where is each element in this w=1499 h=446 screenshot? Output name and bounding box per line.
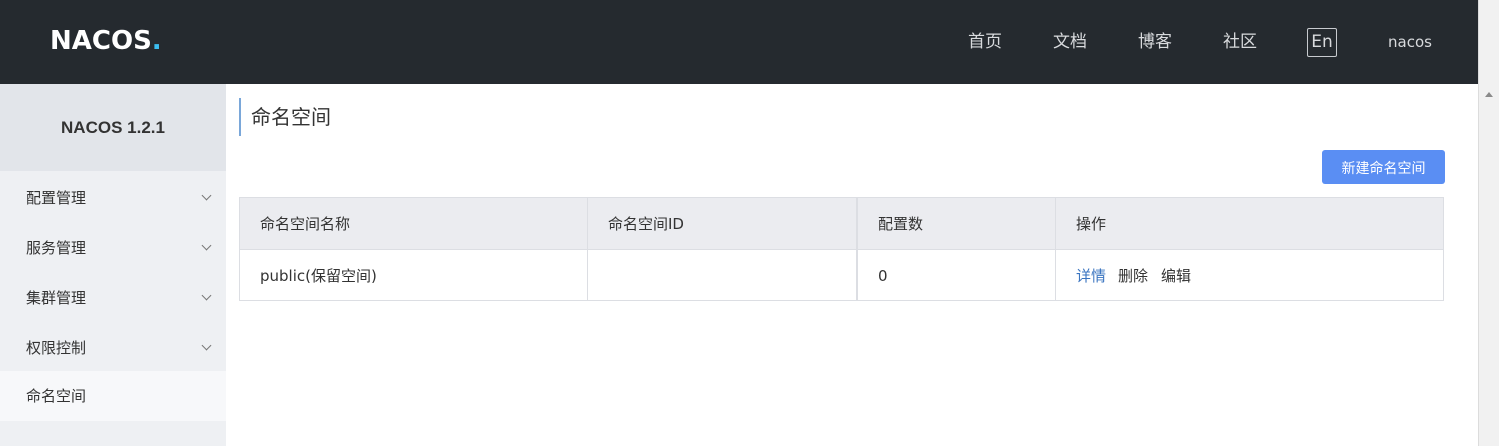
chevron-down-icon [201,290,212,301]
sidebar-item-label: 配置管理 [26,189,87,207]
nav-home-link[interactable]: 首页 [968,30,1002,54]
sidebar-item-label: 服务管理 [26,239,87,257]
delete-link[interactable]: 删除 [1118,265,1148,287]
column-header-config-count: 配置数 [878,215,924,233]
chevron-down-icon [201,340,212,351]
sidebar-item-label: 权限控制 [26,339,87,357]
edit-link[interactable]: 编辑 [1161,265,1191,287]
nav-community-link[interactable]: 社区 [1223,30,1257,54]
create-namespace-button[interactable]: 新建命名空间 [1322,150,1445,184]
sidebar-item-cluster-management[interactable]: 集群管理 [0,273,226,323]
column-header-actions: 操作 [1076,215,1107,233]
config-count-cell: 0 [878,267,888,285]
column-divider [1055,198,1056,300]
nav-blog-link[interactable]: 博客 [1138,30,1172,54]
column-header-id: 命名空间ID [608,215,684,233]
sidebar: NACOS 1.2.1 配置管理 服务管理 集群管理 权限控制 命名空间 [0,84,226,446]
sidebar-version-title: NACOS 1.2.1 [0,84,226,171]
column-header-name: 命名空间名称 [260,215,351,233]
column-divider [587,198,588,300]
logo-dot: . [151,26,162,56]
chevron-down-icon [201,240,212,251]
page-title-accent [239,98,241,136]
language-toggle-button[interactable]: En [1307,28,1337,57]
table-header [240,198,1443,250]
logo-text: NACOS [50,26,152,56]
namespace-name-cell: public(保留空间) [260,267,377,285]
vertical-scrollbar[interactable] [1478,0,1499,446]
column-divider [856,198,858,300]
user-menu[interactable]: nacos [1388,30,1432,54]
sidebar-item-access-control[interactable]: 权限控制 [0,323,226,373]
sidebar-item-label: 集群管理 [26,289,87,307]
page-title: 命名空间 [251,105,331,129]
nacos-logo[interactable]: NACOS. [50,26,162,56]
nav-docs-link[interactable]: 文档 [1053,30,1087,54]
chevron-down-icon [201,190,212,201]
sidebar-item-service-management[interactable]: 服务管理 [0,223,226,273]
sidebar-item-config-management[interactable]: 配置管理 [0,173,226,223]
sidebar-item-namespace[interactable]: 命名空间 [0,371,226,421]
namespace-table: 命名空间名称 命名空间ID 配置数 操作 public(保留空间) 0 详情 删… [239,197,1444,301]
detail-link[interactable]: 详情 [1076,265,1106,287]
scroll-up-arrow-icon[interactable] [1485,92,1493,97]
top-header: NACOS. 首页 文档 博客 社区 En nacos [0,0,1478,84]
sidebar-item-label: 命名空间 [26,387,87,405]
